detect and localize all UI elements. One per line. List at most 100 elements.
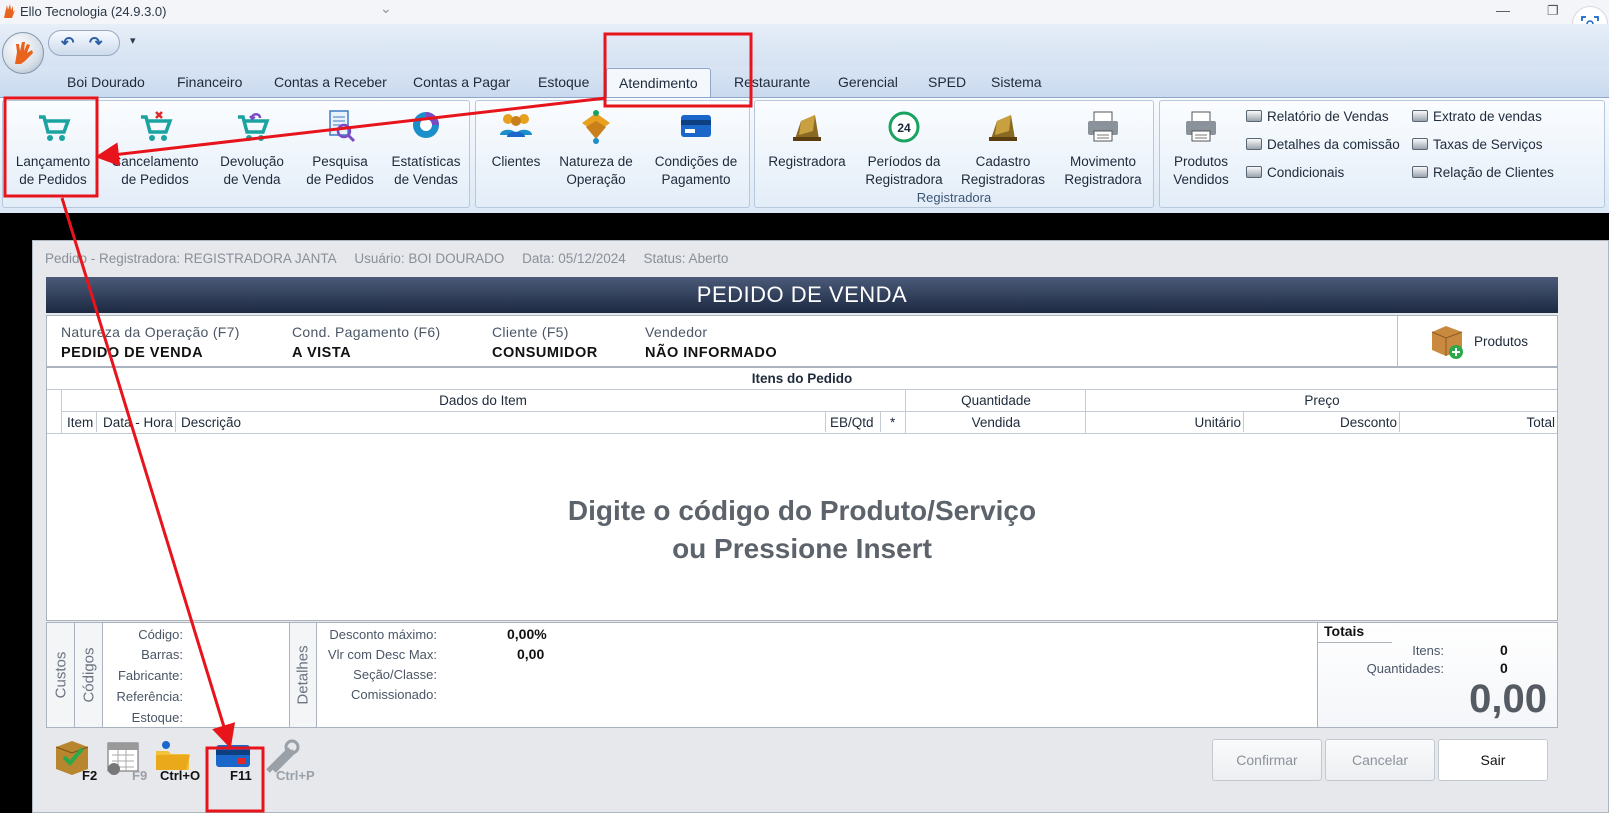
quick-access-bar: ↶ ↷ ▾ [0,24,1609,74]
desconto-maximo-label: Desconto máximo: [329,627,437,642]
ctrl-o-tool-button[interactable]: Ctrl+O [154,737,206,783]
totals-header: Totais [1318,623,1392,643]
order-banner: PEDIDO DE VENDA [46,277,1558,313]
tab-codigos[interactable]: Códigos [75,623,103,727]
estatisticas-label-2: de Vendas [394,172,458,187]
col-desconto[interactable]: Desconto [1247,415,1397,430]
ribbon-group-pedidos: Lançamento de Pedidos Cancelamento de Pe… [2,100,470,208]
cart-cancel-icon [141,111,173,141]
col-unitario[interactable]: Unitário [1087,415,1241,430]
order-header-info: Natureza da Operação (F7) PEDIDO DE VEND… [46,315,1558,367]
vendedor-label: Vendedor [645,324,708,340]
vlr-desc-max-value: 0,00 [517,646,545,662]
f9-tool-button[interactable]: F9 [104,737,156,783]
redo-icon[interactable]: ↷ [89,33,102,53]
printer-small-icon [1412,138,1428,150]
secao-classe-label: Seção/Classe: [353,667,437,682]
movimento-registradora-button[interactable]: Movimento Registradora [1055,109,1151,189]
tab-estoque[interactable]: Estoque [538,74,589,90]
title-bar: Ello Tecnologia (24.9.3.0) ⌄ — ❐ [0,0,1609,42]
sair-button[interactable]: Sair [1438,739,1548,781]
natureza-label-2: Operação [566,172,626,187]
tab-contas-a-pagar[interactable]: Contas a Pagar [413,74,510,90]
tab-sped[interactable]: SPED [928,74,966,90]
col-asterisk[interactable]: * [890,415,895,430]
periodos-da-registradora-button[interactable]: 24 Períodos da Registradora [859,109,949,189]
devolucao-de-venda-button[interactable]: Devolução de Venda [209,109,295,189]
relatorio-de-vendas-button[interactable]: Relatório de Vendas [1246,109,1389,124]
tab-custos-label: Custos [52,651,69,699]
registradora-button[interactable]: Registradora [763,109,851,171]
people-icon [500,114,532,137]
quantidades-label: Quantidades: [1366,661,1444,676]
f11-key-label: F11 [230,768,252,783]
relacao-de-clientes-button[interactable]: Relação de Clientes [1412,165,1554,180]
col-eb-qtd[interactable]: EB/Qtd [830,415,874,430]
tab-gerencial[interactable]: Gerencial [838,74,898,90]
col-vendida[interactable]: Vendida [907,415,1085,430]
title-data: Data: 05/12/2024 [522,251,626,266]
pesquisa-de-pedidos-button[interactable]: Pesquisa de Pedidos [297,109,383,189]
undo-icon[interactable]: ↶ [61,33,74,53]
col-data-hora[interactable]: Data - Hora [103,415,173,430]
tab-sistema[interactable]: Sistema [991,74,1042,90]
tab-detalhes[interactable]: Detalhes [289,623,317,727]
cart-return-icon [238,113,270,141]
tab-boi-dourado[interactable]: Boi Dourado [67,74,145,90]
hand-logo-icon [15,42,33,64]
app-menu-orb[interactable] [2,32,44,74]
group-header-preco: Preço [1304,393,1340,408]
cancelar-button[interactable]: Cancelar [1325,739,1435,781]
tab-custos[interactable]: Custos [47,623,75,727]
condicoes-de-pagamento-button[interactable]: Condições de Pagamento [646,109,746,189]
grid-caption: Itens do Pedido [751,371,853,386]
produtos-vendidos-button[interactable]: Produtos Vendidos [1166,109,1236,189]
taxas-de-servicos-button[interactable]: Taxas de Serviços [1412,137,1543,152]
chevron-down-icon[interactable]: ⌄ [380,0,392,17]
cond-pagamento-field[interactable]: Cond. Pagamento (F6) A VISTA [292,324,440,361]
printer-small-icon [1412,110,1428,122]
barras-label: Barras: [141,647,183,662]
periodos-label-1: Períodos da [867,154,941,169]
cancelamento-de-pedidos-button[interactable]: Cancelamento de Pedidos [107,109,203,189]
confirmar-button[interactable]: Confirmar [1212,739,1322,781]
ribbon-panel: Lançamento de Pedidos Cancelamento de Pe… [0,97,1609,213]
vendedor-field[interactable]: Vendedor NÃO INFORMADO [645,324,777,361]
register-edit-icon [989,115,1017,141]
f11-tool-button[interactable]: F11 [212,737,264,783]
detalhes-da-comissao-button[interactable]: Detalhes da comissão [1246,137,1400,152]
tab-contas-a-receber[interactable]: Contas a Receber [274,74,387,90]
clientes-button[interactable]: Clientes [482,109,550,171]
tab-financeiro[interactable]: Financeiro [177,74,242,90]
minimize-button[interactable]: — [1496,2,1510,18]
referencia-label: Referência: [116,689,183,704]
cadastro-registradoras-button[interactable]: Cadastro Registradoras [955,109,1051,189]
produtos-button[interactable]: Produtos [1397,316,1557,366]
natureza-label: Natureza da Operação (F7) [61,324,240,340]
ctrl-p-tool-button[interactable]: Ctrl+P [262,737,315,783]
condicionais-button[interactable]: Condicionais [1246,165,1344,180]
tab-restaurante[interactable]: Restaurante [734,74,810,90]
natureza-label-1: Natureza de [559,154,633,169]
relacao-de-clientes-label: Relação de Clientes [1433,165,1554,180]
col-descricao[interactable]: Descrição [181,415,241,430]
printer-small-icon [1246,110,1262,122]
cliente-field[interactable]: Cliente (F5) CONSUMIDOR [492,324,598,361]
tab-atendimento[interactable]: Atendimento [606,68,711,99]
printer-icon [1088,111,1118,142]
extrato-de-vendas-button[interactable]: Extrato de vendas [1412,109,1542,124]
natureza-de-operacao-button[interactable]: Natureza de Operação [552,109,640,189]
col-total[interactable]: Total [1403,415,1555,430]
registradora-group-label: Registradora [916,190,992,205]
estatisticas-de-vendas-button[interactable]: Estatísticas de Vendas [383,109,469,189]
lancamento-de-pedidos-button[interactable]: Lançamento de Pedidos [9,109,97,189]
natureza-value: PEDIDO DE VENDA [61,345,204,361]
restore-button[interactable]: ❐ [1547,3,1559,19]
f2-tool-button[interactable]: F2 [52,737,104,783]
clock-24-icon: 24 [888,111,920,143]
fabricante-label: Fabricante: [117,668,183,683]
cancelamento-label-2: de Pedidos [121,172,189,187]
customize-dropdown-icon[interactable]: ▾ [130,34,136,47]
natureza-field[interactable]: Natureza da Operação (F7) PEDIDO DE VEND… [61,324,240,361]
col-item[interactable]: Item [67,415,93,430]
